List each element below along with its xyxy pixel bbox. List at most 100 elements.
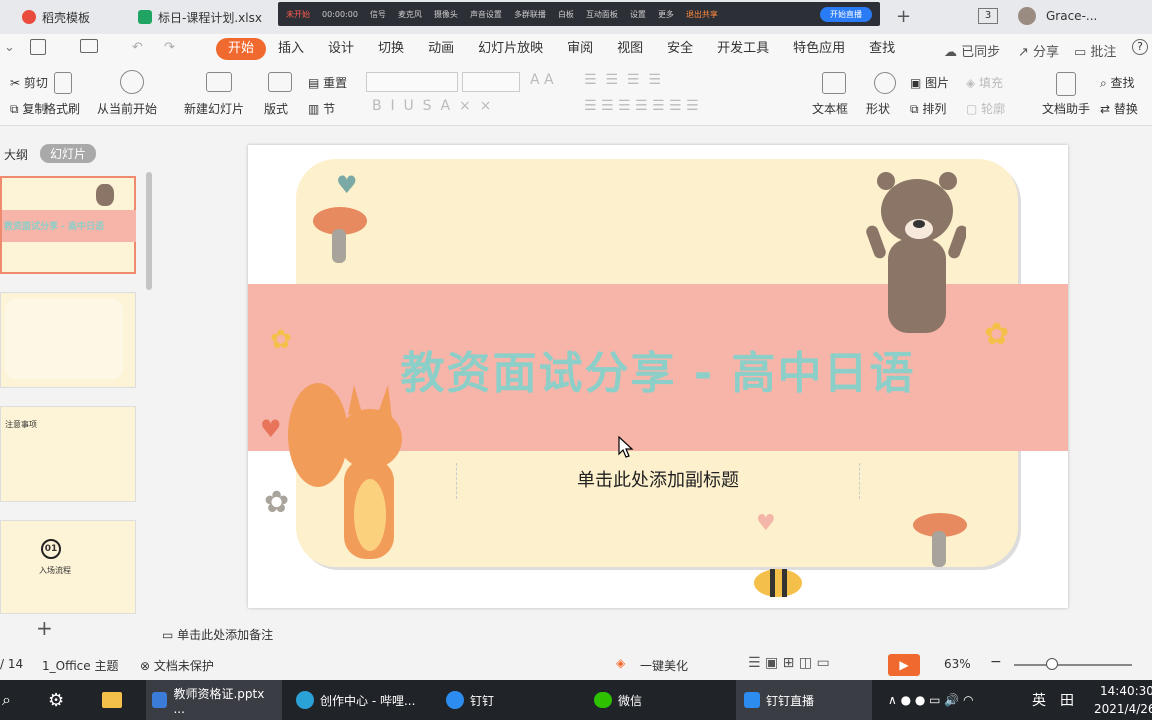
live-item[interactable]: 信号: [370, 9, 386, 20]
slide-thumbnail-2[interactable]: [0, 292, 136, 388]
input-language[interactable]: 英: [1032, 680, 1046, 720]
live-item[interactable]: 互动面板: [586, 9, 618, 20]
replace-button[interactable]: ⇄ 替换: [1100, 100, 1138, 117]
taskbar-app-wechat[interactable]: 微信: [594, 680, 642, 720]
view-icons[interactable]: ☰ ▣ ⊞ ◫ ▭: [748, 655, 830, 671]
tab-daoke[interactable]: 稻壳模板: [12, 3, 100, 31]
share-button[interactable]: ↗ 分享: [1018, 41, 1059, 60]
taskbar-app-dingtalk-live[interactable]: 钉钉直播: [736, 680, 872, 720]
format-painter-icon[interactable]: [54, 72, 72, 94]
avatar[interactable]: [1018, 7, 1036, 25]
live-item[interactable]: 摄像头: [434, 9, 458, 20]
save-icon[interactable]: [30, 39, 46, 55]
layout-button[interactable]: 版式: [264, 100, 288, 117]
clock-date[interactable]: 2021/4/26: [1094, 702, 1152, 716]
menu-find[interactable]: 查找: [857, 38, 907, 60]
align-icons[interactable]: ☰ ☰ ☰ ☰ ☰ ☰ ☰: [584, 98, 699, 114]
live-item[interactable]: 声音设置: [470, 9, 502, 20]
taskbar-app-edge[interactable]: 创作中心 - 哔哩...: [296, 680, 415, 720]
tab-excel[interactable]: 标日-课程计划.xlsx: [128, 3, 272, 31]
live-item[interactable]: 更多: [658, 9, 674, 20]
textbox-icon[interactable]: [822, 72, 846, 94]
live-item[interactable]: 多群联播: [514, 9, 546, 20]
menu-insert[interactable]: 插入: [266, 38, 316, 60]
user-name[interactable]: Grace-...: [1046, 9, 1097, 23]
help-button[interactable]: ?: [1132, 39, 1148, 55]
menu-animation[interactable]: 动画: [416, 38, 466, 60]
app-icon[interactable]: ⚙: [48, 680, 64, 720]
format-painter-label[interactable]: 格式刷: [44, 100, 80, 117]
outline-tab[interactable]: 大纲: [4, 146, 28, 163]
subtitle-placeholder[interactable]: 单击此处添加副标题: [456, 463, 860, 499]
outline-button[interactable]: ▢ 轮廓: [966, 100, 1005, 117]
font-size-select[interactable]: [462, 72, 520, 92]
comment-button[interactable]: ▭ 批注: [1074, 41, 1116, 60]
slides-tab[interactable]: 幻灯片: [40, 144, 97, 163]
protect-status[interactable]: ⊗ 文档未保护: [140, 657, 214, 674]
section-button[interactable]: ▥ 节: [308, 100, 335, 117]
undo-icon[interactable]: ↶: [132, 40, 143, 55]
sync-status[interactable]: ☁ 已同步: [944, 41, 1000, 60]
font-style-icons[interactable]: B I U S A × ×: [372, 98, 491, 114]
slide-thumbnail-3[interactable]: 注意事项: [0, 406, 136, 502]
shape-icon[interactable]: [874, 72, 896, 94]
taskbar-app-ppt[interactable]: 教师资格证.pptx ...: [146, 680, 282, 720]
zoom-level[interactable]: 63%: [944, 657, 971, 671]
menu-slideshow[interactable]: 幻灯片放映: [466, 38, 555, 60]
beautify-button[interactable]: 一键美化: [640, 657, 688, 674]
system-tray[interactable]: ∧ ● ● ▭ 🔊 ◠: [888, 680, 974, 720]
new-slide-button[interactable]: 新建幻灯片: [184, 100, 244, 117]
live-item[interactable]: 白板: [558, 9, 574, 20]
tab-counter[interactable]: 3: [978, 8, 998, 24]
find-button[interactable]: ⌕ 查找: [1100, 74, 1135, 91]
play-icon[interactable]: [120, 70, 144, 94]
live-item[interactable]: 设置: [630, 9, 646, 20]
menu-features[interactable]: 特色应用: [781, 38, 857, 60]
copy-button[interactable]: ⧉ 复制: [10, 100, 46, 117]
list-icons[interactable]: ☰ ☰ ☰ ☰: [584, 72, 661, 88]
thumbnail-scrollbar[interactable]: [146, 172, 152, 290]
start-live-button[interactable]: 开始直播: [820, 6, 872, 22]
ime-icon[interactable]: 田: [1060, 680, 1074, 720]
doc-assistant-button[interactable]: 文档助手: [1042, 100, 1090, 117]
slide-thumbnail-1[interactable]: 教资面试分享 - 高中日语: [0, 176, 136, 274]
menu-view[interactable]: 视图: [605, 38, 655, 60]
layout-icon[interactable]: [268, 72, 292, 92]
live-item[interactable]: 麦克风: [398, 9, 422, 20]
taskbar-app-dingtalk[interactable]: 钉钉: [446, 680, 494, 720]
arrange-button[interactable]: ⧉ 排列: [910, 100, 946, 117]
font-name-select[interactable]: [366, 72, 458, 92]
menu-design[interactable]: 设计: [316, 38, 366, 60]
redo-icon[interactable]: ↷: [164, 40, 175, 55]
new-slide-icon[interactable]: [206, 72, 232, 92]
menu-review[interactable]: 审阅: [555, 38, 605, 60]
clock-time[interactable]: 14:40:30: [1100, 684, 1152, 698]
shape-button[interactable]: 形状: [866, 100, 890, 117]
zoom-out-button[interactable]: −: [990, 654, 1002, 670]
exit-share-button[interactable]: 退出共享: [686, 9, 718, 20]
zoom-slider[interactable]: [1014, 664, 1132, 666]
doc-assistant-icon[interactable]: [1056, 72, 1076, 96]
search-icon[interactable]: ⌕: [2, 680, 11, 720]
menu-developer[interactable]: 开发工具: [705, 38, 781, 60]
textbox-button[interactable]: 文本框: [812, 100, 848, 117]
notes-placeholder[interactable]: ▭ 单击此处添加备注: [162, 626, 273, 643]
font-grow-icon[interactable]: A A: [530, 72, 554, 88]
print-icon[interactable]: [80, 39, 98, 53]
add-slide-button[interactable]: +: [36, 616, 53, 640]
reset-button[interactable]: ▤ 重置: [308, 74, 347, 91]
fill-button[interactable]: ◈ 填充: [966, 74, 1003, 91]
play-from-current-button[interactable]: 从当前开始: [97, 100, 157, 117]
menu-home[interactable]: 开始: [216, 38, 267, 60]
menu-transition[interactable]: 切换: [366, 38, 416, 60]
menu-security[interactable]: 安全: [655, 38, 705, 60]
zoom-slider-handle[interactable]: [1046, 658, 1058, 670]
slide-thumbnail-4[interactable]: 01 入场流程: [0, 520, 136, 614]
new-tab-button[interactable]: +: [896, 6, 911, 27]
picture-button[interactable]: ▣ 图片: [910, 74, 949, 91]
play-slideshow-button[interactable]: ▶: [888, 654, 920, 676]
file-explorer-icon[interactable]: [102, 680, 122, 720]
slide-canvas[interactable]: 教资面试分享 - 高中日语 单击此处添加副标题 ♥ ♥ ♥ ✿ ✿ ✿: [248, 145, 1068, 608]
cut-button[interactable]: ✂ 剪切: [10, 74, 48, 91]
menu-arrow-icon[interactable]: ⌄: [4, 40, 15, 55]
